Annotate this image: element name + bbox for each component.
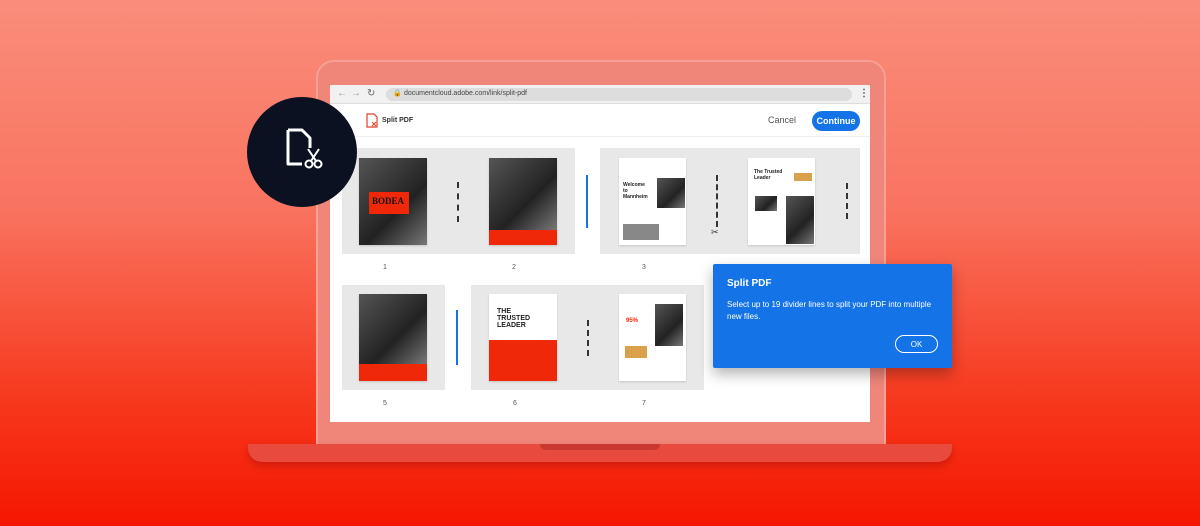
- split-pdf-dialog: Split PDF Select up to 19 divider lines …: [713, 264, 952, 368]
- page-thumbnail-4[interactable]: The Trusted Leader: [748, 158, 815, 245]
- page-3-title: Welcome to Mannheim: [623, 182, 648, 200]
- page-thumbnail-1[interactable]: BODEA: [359, 158, 427, 245]
- page-4-title: The Trusted Leader: [754, 169, 783, 181]
- browser-chrome: ← → ↻ 🔒 documentcloud.adobe.com/link/spli…: [330, 85, 870, 104]
- lock-icon: 🔒: [393, 90, 402, 97]
- url-text: documentcloud.adobe.com/link/split-pdf: [404, 90, 527, 97]
- scissors-icon[interactable]: ✂: [711, 227, 719, 238]
- kebab-menu-icon[interactable]: ⋮: [859, 88, 869, 99]
- page-thumbnail-6[interactable]: THE TRUSTED LEADER: [489, 294, 557, 381]
- continue-button[interactable]: Continue: [812, 111, 860, 131]
- reload-icon[interactable]: ↻: [367, 88, 375, 99]
- page-number: 2: [512, 264, 516, 271]
- split-pdf-badge: [247, 97, 357, 207]
- tool-title: Split PDF: [382, 117, 414, 124]
- back-icon[interactable]: ←: [337, 88, 347, 99]
- forward-icon[interactable]: →: [351, 88, 361, 99]
- divider-line[interactable]: [587, 320, 589, 356]
- page-number: 1: [383, 264, 387, 271]
- page-1-title: BODEA: [372, 196, 405, 206]
- page-thumbnail-2[interactable]: [489, 158, 557, 245]
- page-number: 6: [513, 400, 517, 407]
- dialog-message: Select up to 19 divider lines to split y…: [727, 300, 932, 321]
- page-thumbnail-3[interactable]: Welcome to Mannheim: [619, 158, 686, 245]
- address-bar[interactable]: 🔒 documentcloud.adobe.com/link/split-pdf: [386, 88, 852, 101]
- laptop-notch: [540, 444, 660, 450]
- page-7-stat: 95%: [626, 318, 639, 324]
- cancel-button[interactable]: Cancel: [768, 115, 796, 125]
- page-6-title: THE TRUSTED LEADER: [497, 308, 531, 329]
- active-split-line[interactable]: [456, 310, 458, 365]
- split-pdf-icon: [366, 113, 378, 128]
- divider-line[interactable]: [457, 182, 459, 222]
- divider-line[interactable]: [846, 183, 848, 219]
- split-file-icon: [286, 128, 323, 169]
- page-thumbnail-7[interactable]: 95%: [619, 294, 686, 381]
- page-thumbnail-5[interactable]: [359, 294, 427, 381]
- app-toolbar: Split PDF Cancel Continue: [330, 105, 870, 137]
- divider-line[interactable]: [716, 175, 718, 227]
- active-split-line[interactable]: [586, 175, 588, 228]
- dialog-title: Split PDF: [727, 278, 772, 289]
- page-number: 3: [642, 264, 646, 271]
- page-number: 7: [642, 400, 646, 407]
- page-number: 5: [383, 400, 387, 407]
- ok-button[interactable]: OK: [895, 335, 938, 353]
